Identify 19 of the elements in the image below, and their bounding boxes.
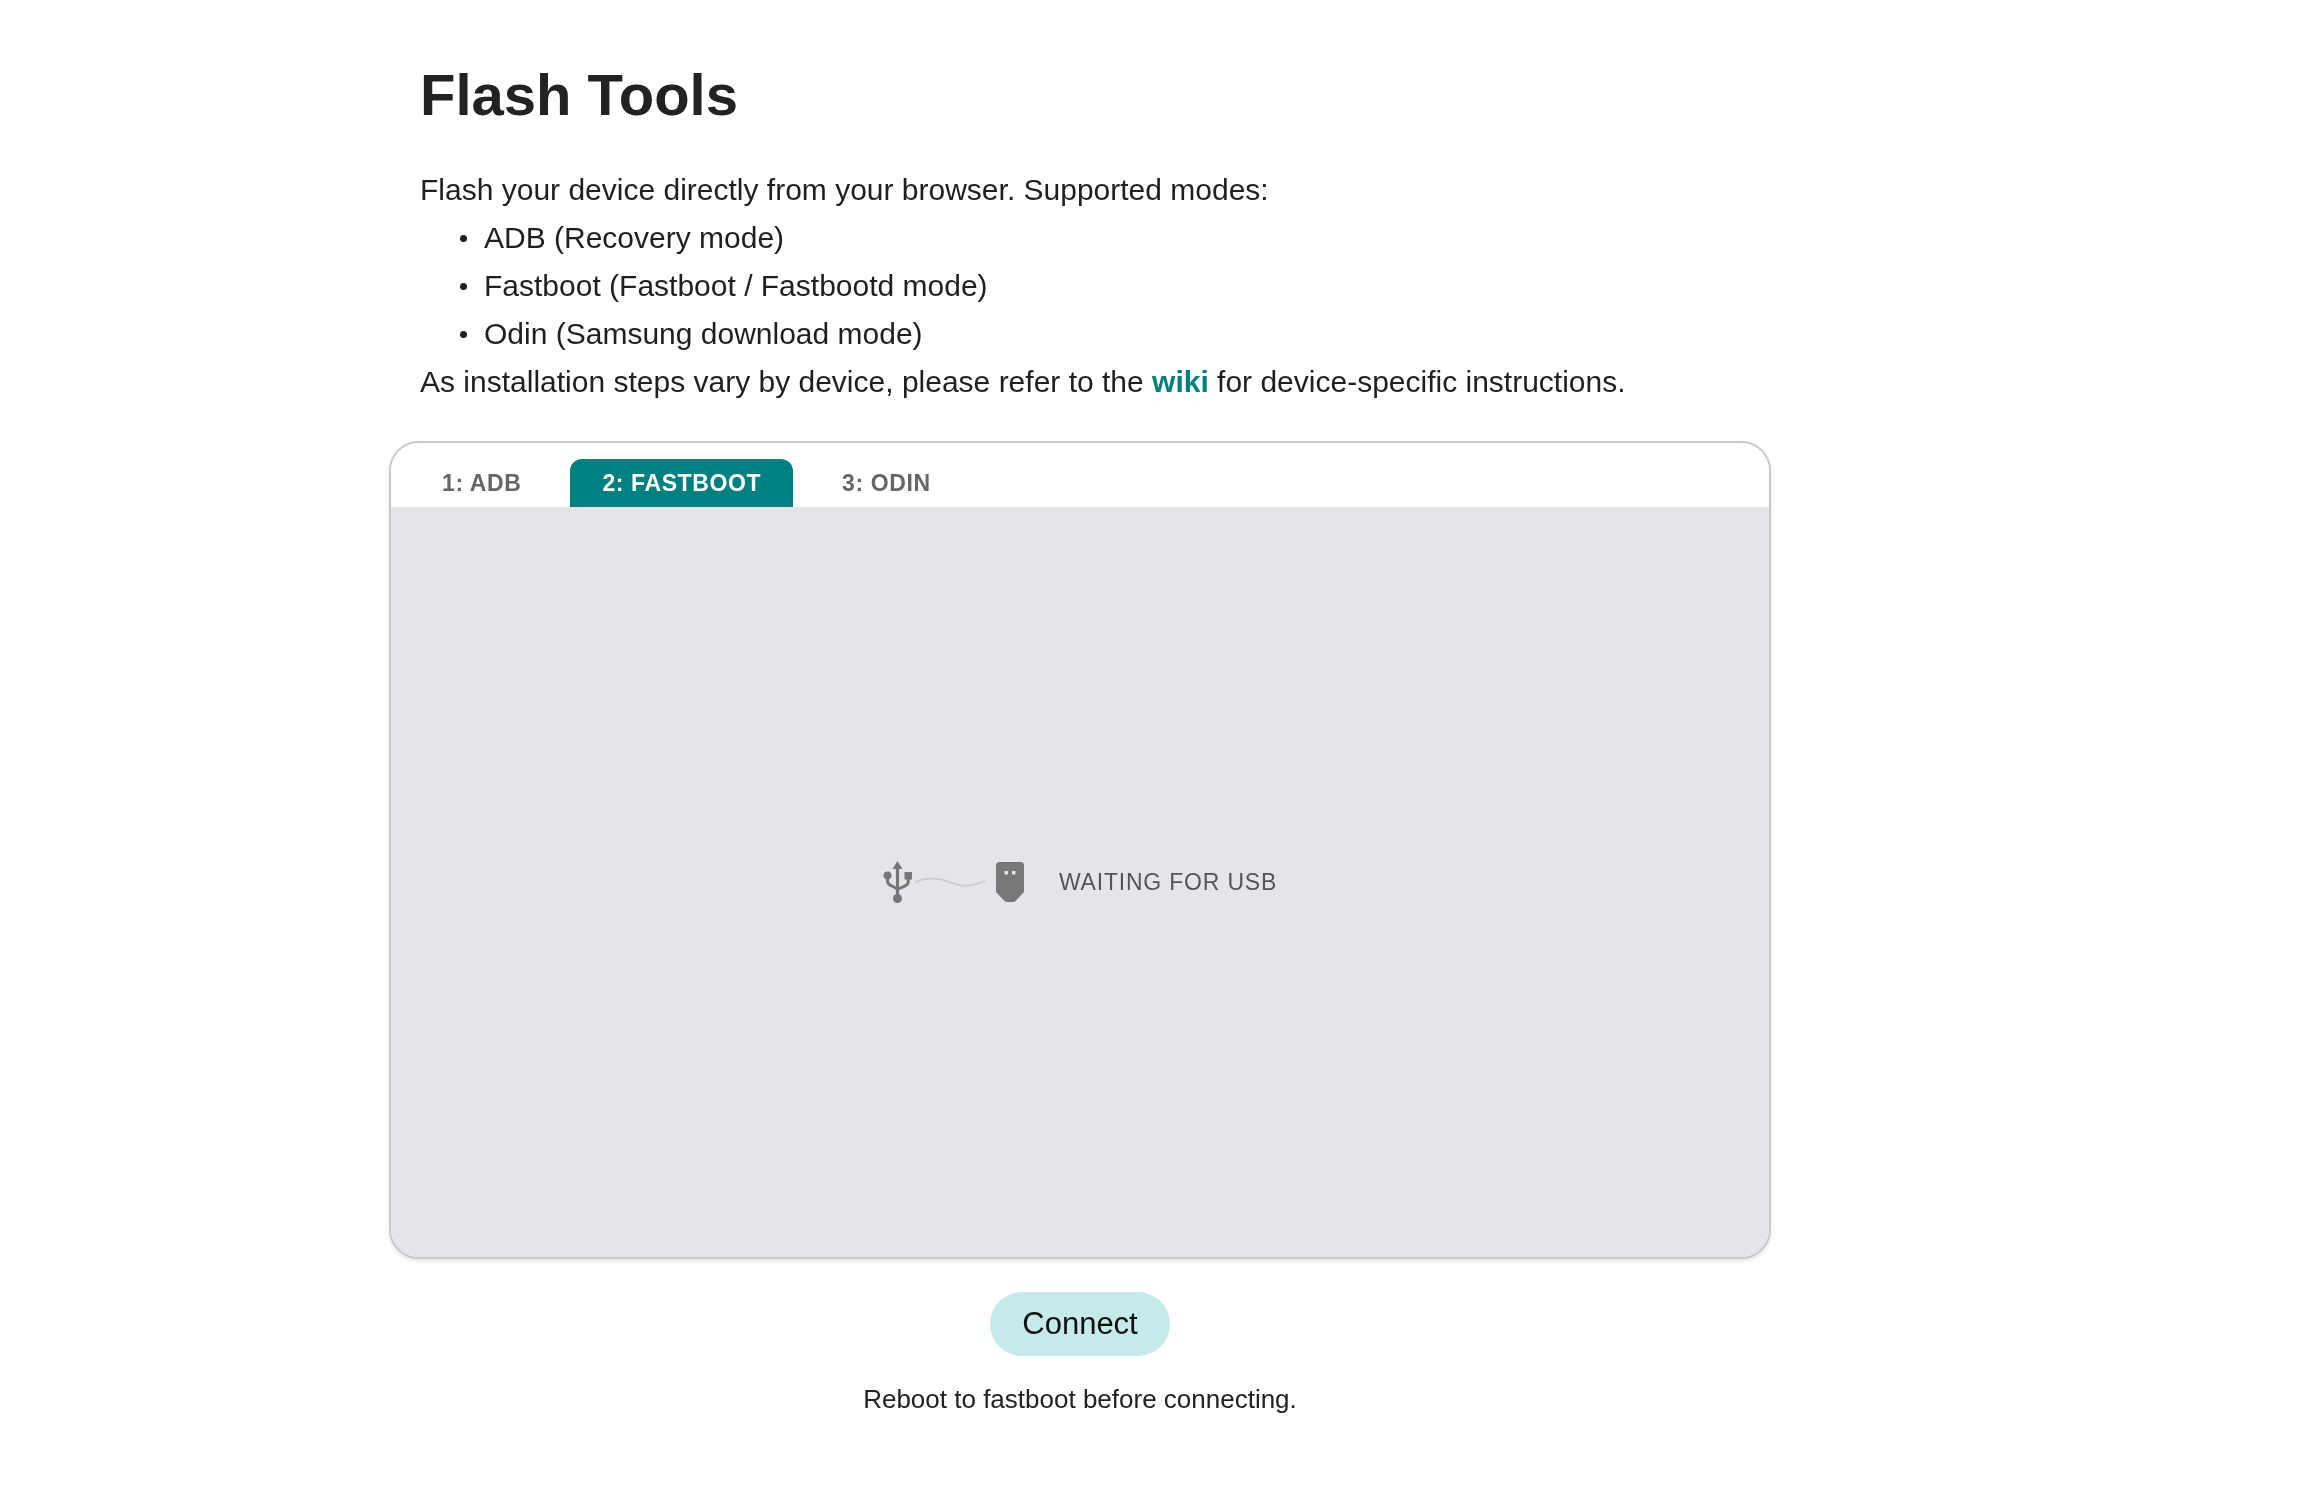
wiki-link[interactable]: wiki: [1152, 365, 1209, 398]
page-title: Flash Tools: [420, 61, 738, 129]
cable-icon: [914, 876, 985, 888]
status-text: WAITING FOR USB: [1058, 868, 1278, 896]
bullet-icon: [460, 234, 467, 242]
mode-text: Fastboot (Fastboot / Fastbootd mode): [484, 268, 988, 304]
instructions-text: As installation steps vary by device, please refer to the wiki for device-specific instructions.: [420, 364, 1626, 400]
hint-text: Reboot to fastboot before connecting.: [863, 1383, 1297, 1416]
mode-text: ADB (Recovery mode): [484, 220, 785, 256]
bullet-icon: [460, 330, 467, 338]
mode-tab[interactable]: 1: ADB: [410, 459, 554, 507]
usb-symbol-icon: [882, 861, 913, 903]
usb-plug-icon: [995, 862, 1024, 902]
mode-tab[interactable]: 2: FASTBOOT: [570, 459, 794, 507]
mode-text: Odin (Samsung download mode): [484, 316, 923, 352]
intro-text: Flash your device directly from your browser. Supported modes:: [420, 172, 1269, 208]
connect-button[interactable]: Connect: [990, 1292, 1170, 1356]
bullet-icon: [460, 282, 467, 290]
mode-tab[interactable]: 3: ODIN: [810, 459, 963, 507]
